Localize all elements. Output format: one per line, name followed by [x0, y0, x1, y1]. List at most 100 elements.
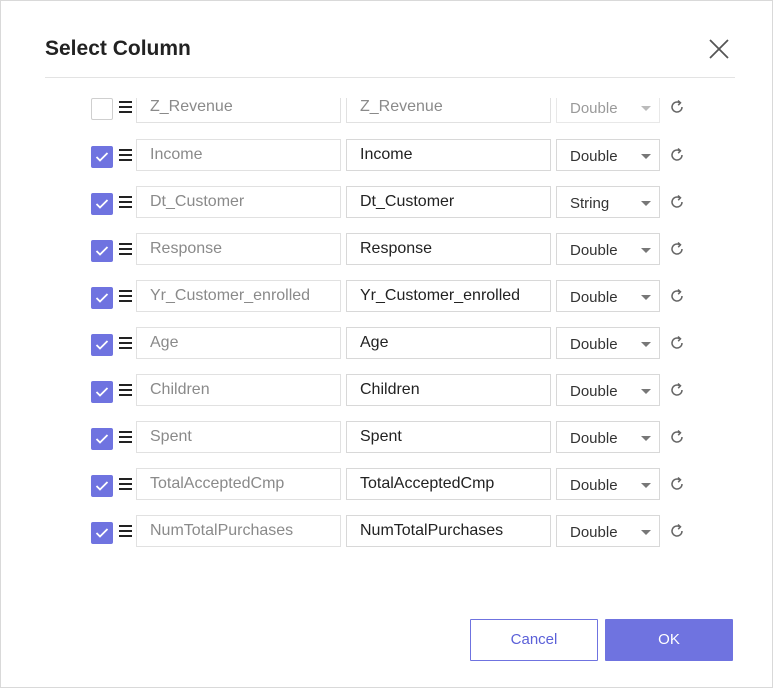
column-type-select[interactable]: Double: [556, 280, 660, 312]
chevron-down-icon: [641, 106, 651, 111]
column-row: NumTotalPurchases NumTotalPurchases Double: [91, 515, 711, 547]
chevron-down-icon: [641, 530, 651, 535]
column-name-input[interactable]: Income: [346, 139, 551, 171]
cancel-button[interactable]: Cancel: [470, 619, 598, 661]
column-row: Dt_Customer Dt_Customer String: [91, 186, 711, 218]
column-row: Spent Spent Double: [91, 421, 711, 453]
column-type-value: Double: [570, 524, 618, 541]
ok-button[interactable]: OK: [605, 619, 733, 661]
reset-icon[interactable]: [668, 334, 686, 352]
check-icon: [95, 246, 109, 256]
column-name-input[interactable]: Response: [346, 233, 551, 265]
column-row: Z_Revenue Z_Revenue Double: [91, 98, 711, 123]
chevron-down-icon: [641, 201, 651, 206]
chevron-down-icon: [641, 389, 651, 394]
column-row: Income Income Double: [91, 139, 711, 171]
column-type-value: Double: [570, 336, 618, 353]
drag-handle-icon[interactable]: [118, 289, 134, 303]
drag-handle-icon[interactable]: [118, 100, 134, 114]
column-type-select[interactable]: Double: [556, 98, 660, 123]
column-name-input[interactable]: Yr_Customer_enrolled: [346, 280, 551, 312]
check-icon: [95, 481, 109, 491]
column-checkbox[interactable]: [91, 428, 113, 450]
column-row: Children Children Double: [91, 374, 711, 406]
column-type-value: Double: [570, 383, 618, 400]
drag-handle-icon[interactable]: [118, 336, 134, 350]
column-type-value: Double: [570, 242, 618, 259]
original-column-name: TotalAcceptedCmp: [136, 468, 341, 500]
chevron-down-icon: [641, 342, 651, 347]
column-name-input[interactable]: Children: [346, 374, 551, 406]
original-column-name: Age: [136, 327, 341, 359]
drag-handle-icon[interactable]: [118, 383, 134, 397]
column-row: Response Response Double: [91, 233, 711, 265]
reset-icon[interactable]: [668, 475, 686, 493]
column-checkbox[interactable]: [91, 334, 113, 356]
column-checkbox[interactable]: [91, 193, 113, 215]
chevron-down-icon: [641, 295, 651, 300]
chevron-down-icon: [641, 483, 651, 488]
column-checkbox[interactable]: [91, 287, 113, 309]
check-icon: [95, 199, 109, 209]
column-type-value: Double: [570, 100, 618, 117]
drag-handle-icon[interactable]: [118, 524, 134, 538]
check-icon: [95, 293, 109, 303]
reset-icon[interactable]: [668, 240, 686, 258]
chevron-down-icon: [641, 436, 651, 441]
column-name-input[interactable]: Dt_Customer: [346, 186, 551, 218]
reset-icon[interactable]: [668, 381, 686, 399]
column-checkbox[interactable]: [91, 146, 113, 168]
column-type-select[interactable]: Double: [556, 233, 660, 265]
column-type-select[interactable]: Double: [556, 327, 660, 359]
original-column-name: Yr_Customer_enrolled: [136, 280, 341, 312]
column-list[interactable]: Z_Revenue Z_Revenue Double Income Income Doub…: [91, 98, 711, 568]
column-name-input[interactable]: Z_Revenue: [346, 98, 551, 123]
column-type-select[interactable]: Double: [556, 421, 660, 453]
column-name-input[interactable]: TotalAcceptedCmp: [346, 468, 551, 500]
original-column-name: Children: [136, 374, 341, 406]
column-type-value: String: [570, 195, 610, 212]
column-type-select[interactable]: Double: [556, 468, 660, 500]
reset-icon[interactable]: [668, 193, 686, 211]
drag-handle-icon[interactable]: [118, 242, 134, 256]
original-column-name: Spent: [136, 421, 341, 453]
select-column-dialog: Select Column Z_Revenue Z_Revenue Double In…: [0, 0, 773, 688]
header-divider: [45, 77, 735, 78]
column-checkbox[interactable]: [91, 240, 113, 262]
column-row: Yr_Customer_enrolled Yr_Customer_enrolled…: [91, 280, 711, 312]
column-type-value: Double: [570, 477, 618, 494]
column-checkbox[interactable]: [91, 475, 113, 497]
check-icon: [95, 387, 109, 397]
column-row: TotalAcceptedCmp TotalAcceptedCmp Double: [91, 468, 711, 500]
column-checkbox[interactable]: [91, 381, 113, 403]
column-type-select[interactable]: Double: [556, 139, 660, 171]
column-checkbox[interactable]: [91, 98, 113, 120]
column-type-value: Double: [570, 289, 618, 306]
reset-icon[interactable]: [668, 98, 686, 116]
column-name-input[interactable]: Spent: [346, 421, 551, 453]
close-icon[interactable]: [705, 35, 733, 63]
check-icon: [95, 434, 109, 444]
reset-icon[interactable]: [668, 287, 686, 305]
column-name-input[interactable]: NumTotalPurchases: [346, 515, 551, 547]
original-column-name: Z_Revenue: [136, 98, 341, 123]
drag-handle-icon[interactable]: [118, 195, 134, 209]
column-type-select[interactable]: Double: [556, 515, 660, 547]
check-icon: [95, 528, 109, 538]
column-name-input[interactable]: Age: [346, 327, 551, 359]
column-type-value: Double: [570, 148, 618, 165]
reset-icon[interactable]: [668, 146, 686, 164]
reset-icon[interactable]: [668, 428, 686, 446]
reset-icon[interactable]: [668, 522, 686, 540]
column-type-select[interactable]: Double: [556, 374, 660, 406]
drag-handle-icon[interactable]: [118, 477, 134, 491]
column-type-value: Double: [570, 430, 618, 447]
drag-handle-icon[interactable]: [118, 430, 134, 444]
original-column-name: NumTotalPurchases: [136, 515, 341, 547]
column-type-select[interactable]: String: [556, 186, 660, 218]
column-checkbox[interactable]: [91, 522, 113, 544]
drag-handle-icon[interactable]: [118, 148, 134, 162]
original-column-name: Income: [136, 139, 341, 171]
original-column-name: Response: [136, 233, 341, 265]
chevron-down-icon: [641, 248, 651, 253]
